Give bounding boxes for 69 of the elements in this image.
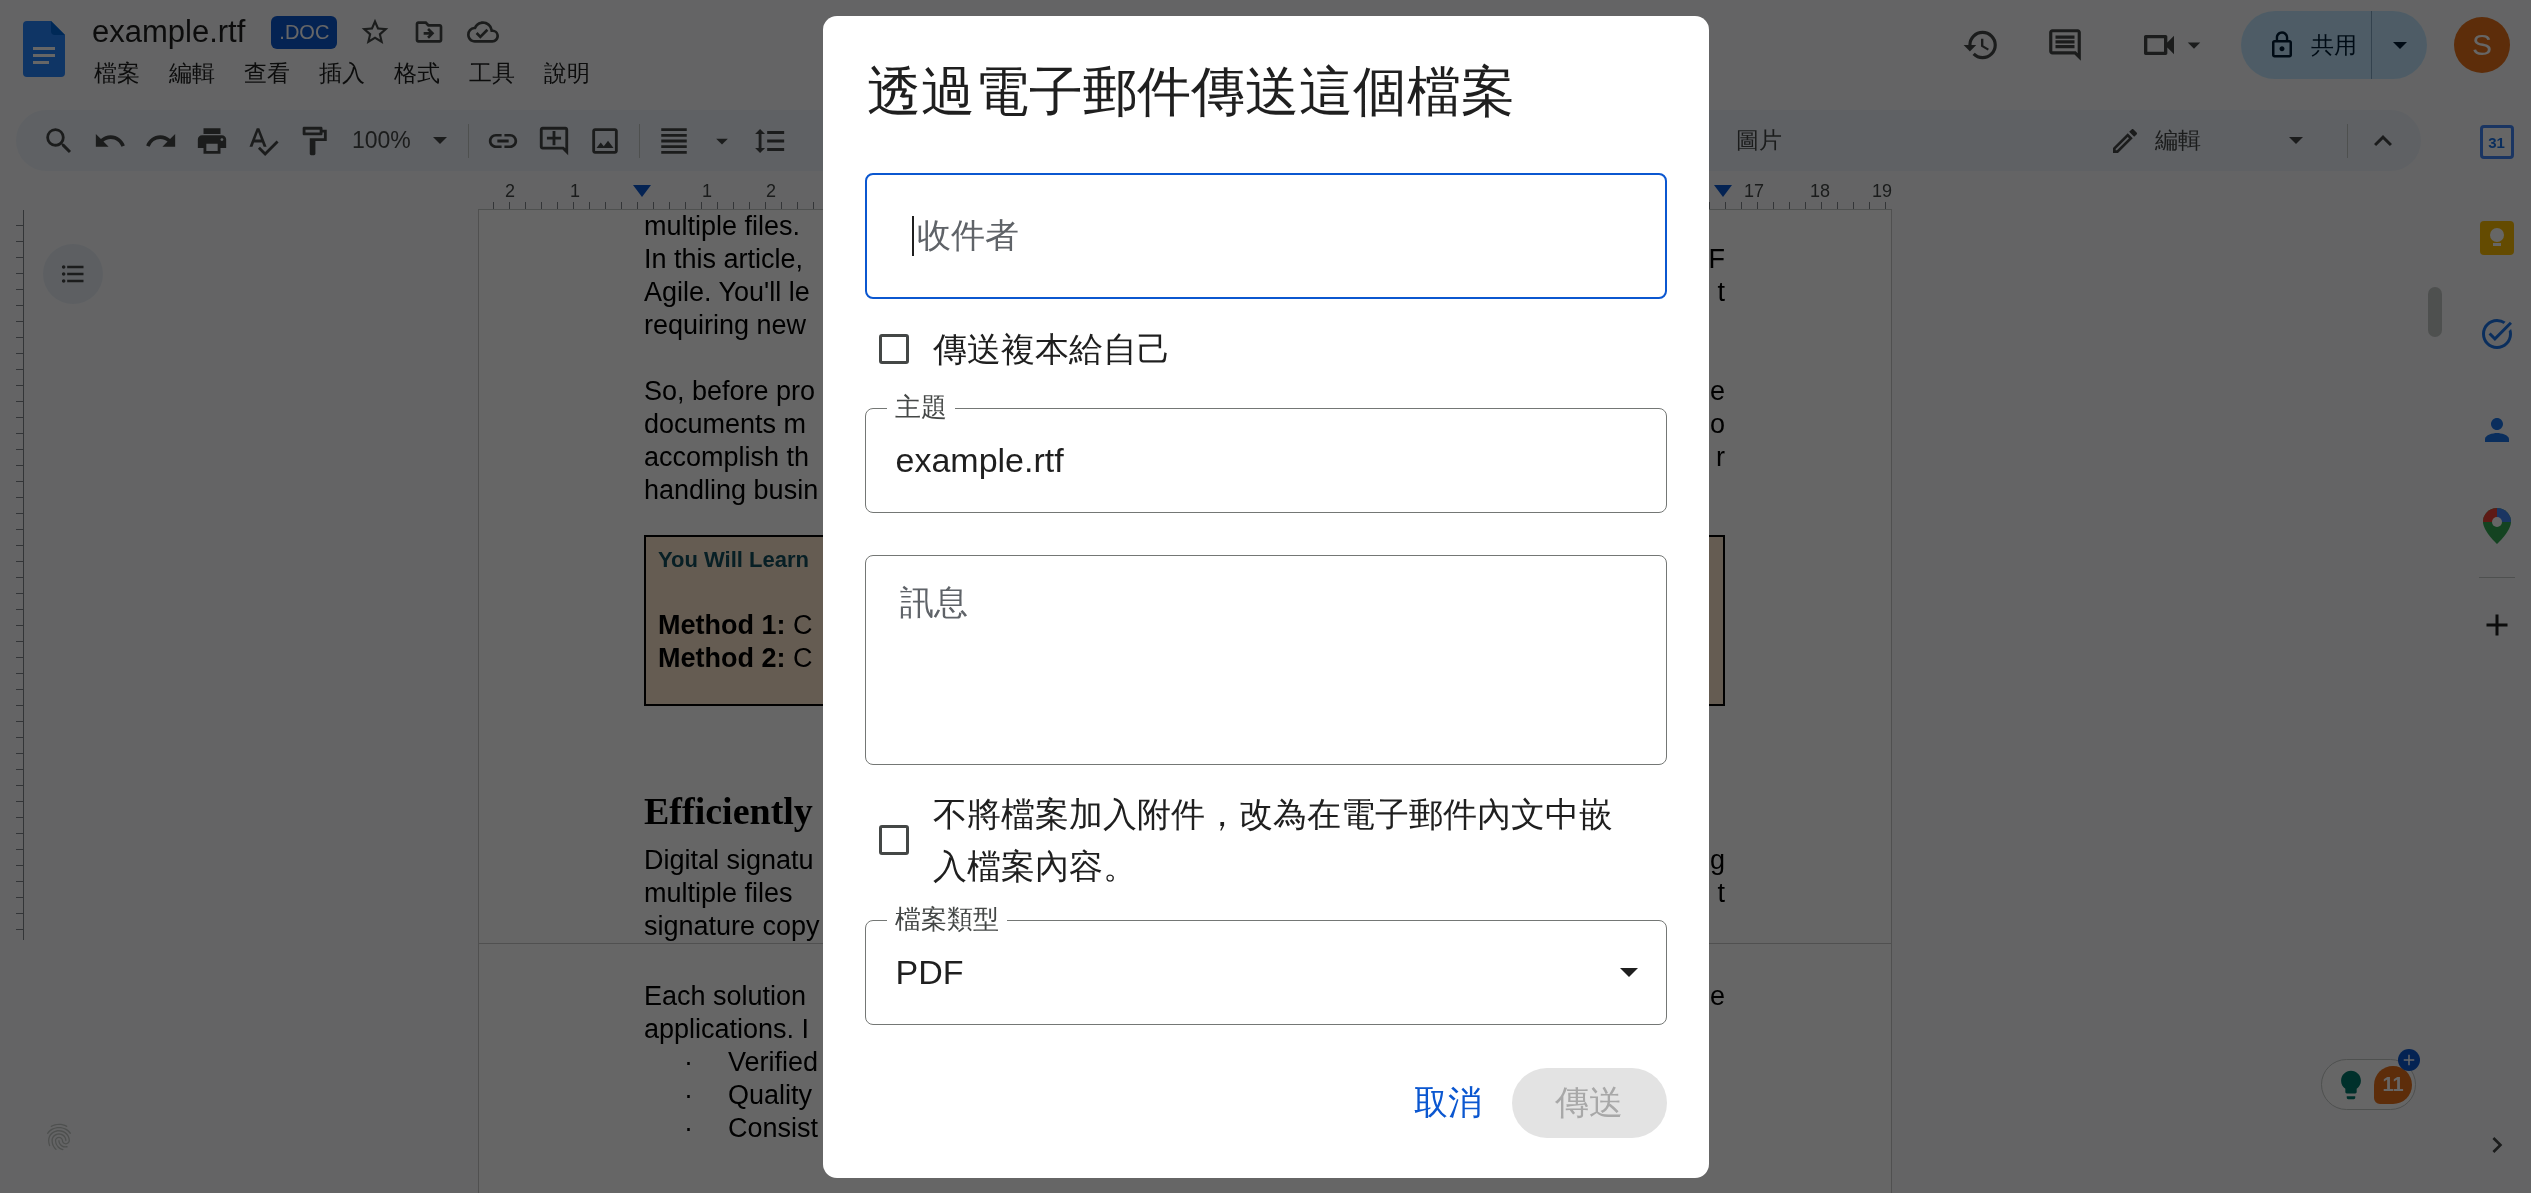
document-text: handling busin: [644, 474, 819, 507]
document-text: Agile. You'll le: [644, 276, 810, 309]
dialog-title: 透過電子郵件傳送這個檔案: [866, 59, 1516, 123]
bullet-text: Consist: [728, 1112, 819, 1145]
bullet-marker: ·: [684, 1079, 694, 1112]
plus-badge-icon[interactable]: [2398, 1049, 2420, 1071]
caret-icon: [2392, 41, 2407, 49]
assistant-widget[interactable]: 11: [2321, 1059, 2416, 1110]
document-text: accomplish th: [644, 441, 810, 474]
zoom-select[interactable]: 100%: [348, 127, 451, 154]
checkbox-label: 傳送複本給自己: [932, 328, 1171, 370]
document-text: multiple files: [644, 877, 793, 910]
message-field[interactable]: 訊息: [864, 554, 1667, 765]
caret-icon: [432, 137, 447, 144]
indent-marker[interactable]: [633, 185, 651, 197]
menu-item[interactable]: 工具: [469, 58, 515, 88]
bullet-text: Verified: [728, 1046, 819, 1079]
toolbar-label[interactable]: 圖片: [1736, 125, 1782, 156]
share-menu-button[interactable]: [2371, 11, 2427, 79]
document-text: e: [1709, 375, 1725, 408]
menu-item[interactable]: 插入: [319, 58, 365, 88]
menu-item[interactable]: 編輯: [169, 58, 215, 88]
document-text: F: [1708, 243, 1725, 276]
calendar-day: 31: [2488, 133, 2505, 151]
document-text: So, before pro: [644, 375, 816, 408]
document-text: t: [1717, 877, 1725, 910]
calendar-icon[interactable]: 31: [2479, 125, 2514, 159]
document-text: applications. I: [644, 1013, 810, 1046]
document-text: Each solution: [644, 980, 807, 1013]
document-text: r: [1716, 441, 1725, 474]
menu-item[interactable]: 格式: [394, 58, 440, 88]
editing-mode-select[interactable]: 編輯: [2109, 124, 2303, 157]
bullet-text: Quality: [728, 1079, 813, 1112]
map-pin-icon[interactable]: [2482, 508, 2511, 544]
menu-item[interactable]: 檔案: [94, 58, 140, 88]
document-text: e: [1709, 980, 1725, 1013]
menu-item[interactable]: 說明: [544, 58, 590, 88]
section-heading: Efficiently: [644, 789, 813, 834]
document-text: Digital signatu: [644, 844, 814, 877]
document-text: multiple files.: [644, 210, 801, 243]
avatar[interactable]: S: [2454, 17, 2510, 73]
field-label: 檔案類型: [886, 902, 1007, 935]
field-label: 主題: [886, 390, 955, 423]
document-text: signature copy: [644, 910, 820, 943]
docs-logo-icon[interactable]: [23, 21, 65, 77]
file-type-badge: .DOC: [271, 15, 338, 49]
bullet-marker: ·: [684, 1112, 694, 1145]
callout-text: Method 2: C: [658, 642, 814, 675]
callout-text: Method 1: C: [658, 609, 814, 642]
caret-icon: [2289, 137, 2303, 144]
document-text: In this article,: [644, 243, 804, 276]
share-button[interactable]: 共用: [2241, 11, 2371, 79]
bullet-marker: ·: [684, 1046, 694, 1079]
checkbox-label: 不將檔案加入附件，改為在電子郵件內文中嵌入檔案內容。: [932, 793, 1614, 887]
caret-icon: [1619, 967, 1638, 977]
callout-title: You Will Learn: [658, 546, 810, 574]
checkbox[interactable]: [878, 824, 909, 855]
document-text: o: [1709, 408, 1725, 441]
count-badge: 11: [2374, 1065, 2412, 1104]
recipient-field[interactable]: 收件者: [864, 172, 1667, 299]
cancel-button[interactable]: 取消: [1413, 1069, 1482, 1136]
document-text: requiring new: [644, 309, 807, 342]
checkbox[interactable]: [878, 333, 909, 364]
document-text: g: [1709, 844, 1725, 877]
text-cursor: [911, 215, 914, 256]
document-text: t: [1717, 276, 1725, 309]
menu-item[interactable]: 查看: [244, 58, 290, 88]
document-text: documents m: [644, 408, 807, 441]
document-title[interactable]: example.rtf: [92, 14, 246, 50]
